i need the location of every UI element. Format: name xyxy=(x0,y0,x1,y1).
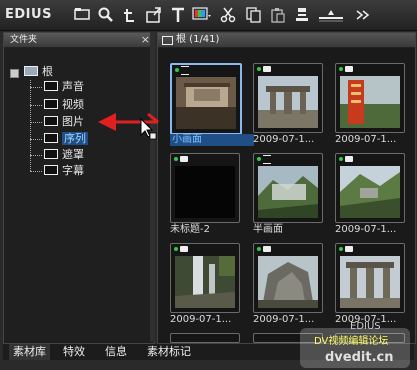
folder-icon xyxy=(44,165,58,175)
camera-icon xyxy=(263,66,271,72)
folder-icon xyxy=(44,116,58,126)
clip-label: 半画面 xyxy=(253,224,283,235)
camera-icon xyxy=(345,156,353,162)
tree-node-matte[interactable]: 遮罩 xyxy=(44,148,84,162)
clip-label: 小画面 xyxy=(170,134,254,146)
tab-effects[interactable]: 特效 xyxy=(59,344,89,360)
tree-connector xyxy=(30,80,31,171)
clip-thumbnail[interactable] xyxy=(335,153,405,223)
app-brand: EDIUS xyxy=(5,7,52,22)
folder-panel: 文件夹 × 根 声音 视频 图片 序列 遮罩 字幕 xyxy=(3,32,155,344)
clip-image xyxy=(340,166,400,218)
clip-thumbnail[interactable] xyxy=(170,333,240,343)
clip-thumbnail[interactable] xyxy=(170,63,242,135)
folder-icon xyxy=(24,66,38,76)
clip-thumbnail[interactable] xyxy=(253,243,323,313)
bin-path: 根 (1/41) xyxy=(176,34,220,45)
close-icon[interactable]: × xyxy=(141,33,150,46)
clip-thumbnail[interactable] xyxy=(170,153,240,223)
tree-node-label: 声音 xyxy=(62,80,84,93)
clip-label: 2009-07-1... xyxy=(253,314,315,325)
folder-icon xyxy=(44,149,58,159)
clip-label: 2009-07-1... xyxy=(335,224,397,235)
cut-icon[interactable] xyxy=(218,6,238,24)
tree-node-video[interactable]: 视频 xyxy=(44,98,84,112)
paste-icon[interactable] xyxy=(268,6,288,24)
folder-panel-title: 文件夹 xyxy=(10,35,38,45)
clip-image xyxy=(340,76,400,128)
folder-icon xyxy=(44,99,58,109)
tree-node-subtitle[interactable]: 字幕 xyxy=(44,164,84,178)
folder-panel-header: 文件夹 × xyxy=(4,33,154,48)
tree-node-audio[interactable]: 声音 xyxy=(44,80,84,94)
tree-node-label: 序列 xyxy=(62,132,88,145)
clip-label: 2009-07-1... xyxy=(253,134,315,145)
camera-icon xyxy=(263,246,271,252)
bin-panel: 根 (1/41) 小画面 2009-07-1... 2009-07-1... 未… xyxy=(157,32,416,344)
folder-icon xyxy=(44,133,58,143)
clip-image xyxy=(258,76,318,128)
tab-clip-markers[interactable]: 素材标记 xyxy=(143,344,195,360)
watermark-domain: dvedit.cn xyxy=(325,350,394,365)
camera-icon xyxy=(180,246,188,252)
collapse-icon[interactable] xyxy=(10,69,19,78)
clip-thumbnail[interactable] xyxy=(335,243,405,313)
properties-icon[interactable] xyxy=(292,6,312,24)
clip-image xyxy=(175,166,235,218)
sequence-icon xyxy=(181,66,189,75)
clip-label: 2009-07-1... xyxy=(170,314,232,325)
cursor-icon xyxy=(140,117,157,140)
more-icon[interactable] xyxy=(352,6,372,24)
tab-info[interactable]: 信息 xyxy=(101,344,131,360)
tree-node-label: 字幕 xyxy=(62,164,84,177)
clip-image xyxy=(258,256,318,308)
sequence-icon xyxy=(263,155,271,164)
copy-icon[interactable] xyxy=(244,6,264,24)
tree-node-label: 遮罩 xyxy=(62,148,84,161)
clip-image xyxy=(176,77,236,129)
tree-node-image[interactable]: 图片 xyxy=(44,115,84,129)
monitor-icon[interactable] xyxy=(192,6,212,24)
folder-icon xyxy=(44,81,58,91)
tree-node-label: 图片 xyxy=(62,115,84,128)
folder-tree: 根 声音 视频 图片 序列 遮罩 字幕 xyxy=(4,48,154,343)
search-icon[interactable] xyxy=(96,6,116,24)
tab-bin[interactable]: 素材库 xyxy=(9,344,50,360)
clip-thumbnail[interactable] xyxy=(253,63,323,133)
tree-node-root[interactable]: 根 xyxy=(24,65,53,79)
clip-thumbnail[interactable] xyxy=(170,243,240,313)
clip-thumbnail[interactable] xyxy=(335,63,405,133)
clip-image xyxy=(258,166,318,218)
tree-node-label: 根 xyxy=(42,65,53,78)
folder-icon[interactable] xyxy=(72,6,92,24)
folder-icon xyxy=(162,36,173,45)
clip-image xyxy=(340,256,400,308)
clip-thumbnail[interactable] xyxy=(253,153,323,223)
clip-image xyxy=(175,256,235,308)
tree-node-sequence[interactable]: 序列 xyxy=(44,132,88,146)
watermark-text: DV视频编辑论坛 xyxy=(314,336,389,347)
watermark-overlay: EDIUS xyxy=(350,321,381,332)
toolbar: EDIUS xyxy=(0,0,417,31)
t-up-icon[interactable] xyxy=(120,6,140,24)
import-icon[interactable] xyxy=(144,6,164,24)
timeline-icon[interactable] xyxy=(318,6,344,24)
camera-icon xyxy=(345,66,353,72)
bin-header: 根 (1/41) xyxy=(158,33,415,48)
tree-node-label: 视频 xyxy=(62,98,84,111)
panel-splitter[interactable] xyxy=(150,32,155,342)
title-icon[interactable] xyxy=(168,6,188,24)
camera-icon xyxy=(345,246,353,252)
clip-label: 2009-07-1... xyxy=(335,134,397,145)
camera-icon xyxy=(180,156,188,162)
clip-label: 未标题-2 xyxy=(170,224,210,235)
